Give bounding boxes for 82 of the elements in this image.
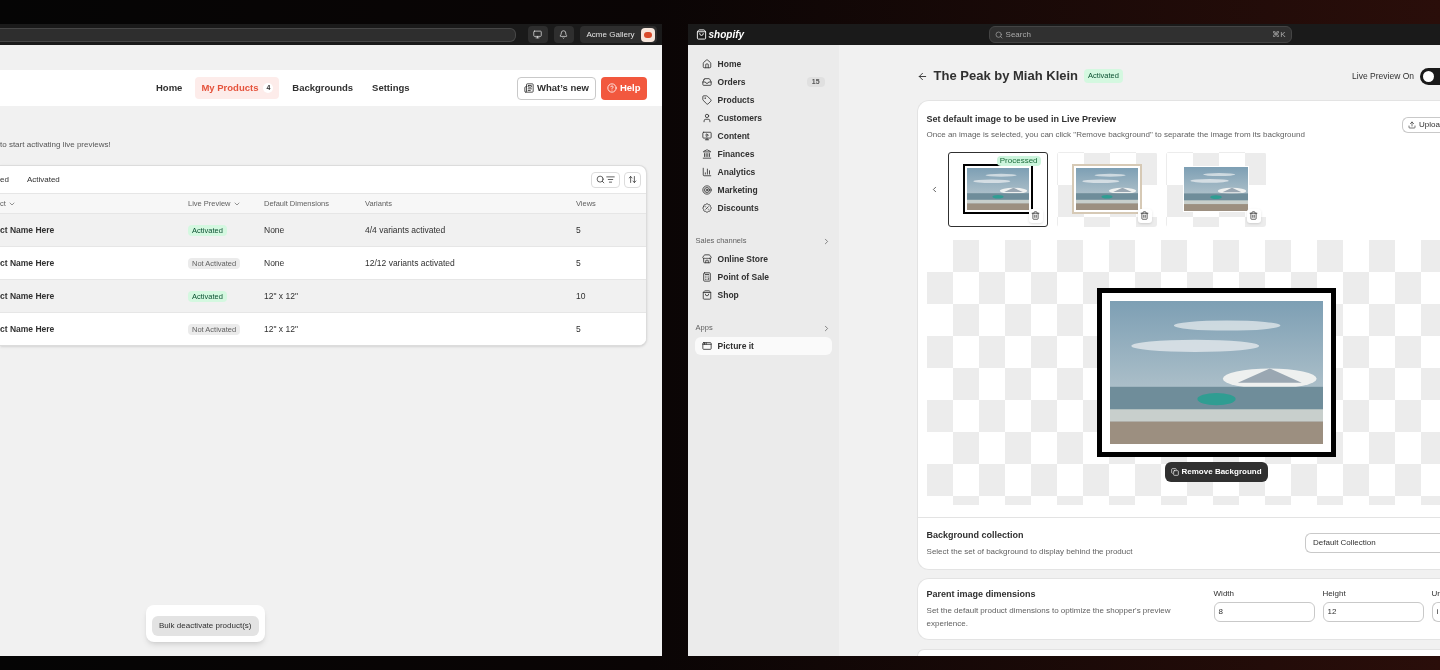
input-field[interactable]: 12	[1322, 602, 1424, 622]
table-cell: 5	[576, 322, 581, 336]
bag-icon	[695, 29, 707, 40]
table-cell: None	[264, 223, 285, 237]
sidebar-item[interactable]: Analytics	[694, 163, 832, 181]
input-field[interactable]: 8	[1213, 602, 1315, 622]
search-field[interactable]	[0, 27, 516, 42]
image-thumbnail[interactable]: Processed	[947, 151, 1048, 227]
product-name: ct Name Here	[0, 289, 55, 303]
field-label: Height	[1322, 588, 1346, 600]
sidebar-item[interactable]: Content	[694, 127, 832, 145]
shopify-logo[interactable]: shopify	[695, 27, 756, 42]
sidebar-item[interactable]: Products	[694, 91, 832, 109]
table-cell: 5	[576, 256, 581, 270]
sidebar-item[interactable]: Shop	[694, 286, 832, 304]
back-arrow-icon	[916, 70, 928, 82]
trash-icon	[1031, 211, 1041, 220]
nav-tab[interactable]: Settings	[366, 77, 416, 99]
image-thumbnail[interactable]	[1056, 151, 1157, 227]
sidebar-item[interactable]: Discounts	[694, 199, 832, 217]
table-cell: 4/4 variants activated	[365, 223, 446, 237]
section-description: Select the set of background to display behind the product	[926, 546, 1134, 558]
table-cell: None	[264, 256, 285, 270]
newspaper-icon	[524, 83, 535, 93]
trash-icon	[1249, 211, 1259, 220]
filter-icon	[605, 175, 615, 184]
bulk-deactivate-button[interactable]: Bulk deactivate product(s)	[152, 616, 259, 636]
page-title: The Peak by Miah Klein	[933, 67, 1079, 86]
screen-icon	[533, 30, 543, 39]
table-cell: 10	[576, 289, 586, 303]
sidebar-item[interactable]: Picture it	[694, 337, 832, 355]
sidebar-item[interactable]: Finances	[694, 145, 832, 163]
intro-text: to start activating live previews!	[0, 139, 112, 151]
delete-button[interactable]	[1246, 208, 1261, 223]
nav-tab[interactable]: Home	[150, 77, 189, 99]
section-description: Once an image is selected, you can click "Remove background" to separate the image from its background	[926, 128, 1306, 141]
delete-button[interactable]	[1028, 208, 1043, 223]
upload-icon	[1408, 121, 1417, 129]
input-field[interactable]: i	[1431, 602, 1440, 622]
search-icon	[994, 30, 1003, 39]
section-description: Set the default product dimensions to optimize the shopper's preview experience.	[926, 604, 1172, 630]
search-filter-button[interactable]	[590, 171, 620, 188]
sidebar-item[interactable]: Point of Sale	[694, 268, 832, 286]
store-avatar	[640, 27, 655, 42]
filter-tab[interactable]: ed	[0, 171, 12, 188]
bell-icon	[559, 30, 569, 39]
live-preview-toggle[interactable]	[1420, 67, 1440, 85]
table-cell: 12" x 12"	[264, 289, 298, 303]
product-name: ct Name Here	[0, 223, 55, 237]
trash-icon	[1140, 211, 1150, 220]
table-cell: 12/12 variants activated	[365, 256, 455, 270]
product-name: ct Name Here	[0, 256, 55, 270]
sidebar-item[interactable]: Home	[694, 55, 832, 73]
section-title: Parent image dimensions	[926, 588, 1037, 601]
section-title: Set default image to be used in Live Preview	[926, 113, 1118, 126]
field-label: Ur	[1431, 588, 1440, 600]
search-field[interactable]: Search ⌘K	[988, 26, 1292, 43]
notifications-button[interactable]	[553, 26, 574, 43]
field-label: Width	[1213, 588, 1234, 600]
remove-background-button[interactable]: Remove Background	[1164, 461, 1268, 482]
sidebar-item[interactable]: Customers	[694, 109, 832, 127]
help-icon	[606, 83, 617, 93]
toggle-label: Live Preview On	[1352, 69, 1414, 83]
search-icon	[595, 175, 605, 184]
sort-icon	[627, 175, 637, 184]
sidebar-item[interactable]: Marketing	[694, 181, 832, 199]
image-thumbnail[interactable]	[1165, 151, 1266, 227]
section-title: Background collection	[926, 528, 1025, 542]
sidebar-item[interactable]: Online Store	[694, 250, 832, 268]
nav-tab[interactable]: Backgrounds	[286, 77, 360, 99]
store-menu[interactable]: Acme Gallery	[579, 26, 657, 43]
upload-button[interactable]: Uploa	[1402, 117, 1440, 133]
collection-select[interactable]: Default Collection	[1305, 533, 1440, 554]
sort-button[interactable]	[623, 171, 641, 188]
product-name: ct Name Here	[0, 322, 55, 336]
layers-icon	[1170, 467, 1179, 476]
filter-tab[interactable]: Activated	[23, 171, 63, 188]
processed-badge: Processed	[996, 155, 1041, 166]
table-cell: 12" x 12"	[264, 322, 298, 336]
delete-button[interactable]	[1137, 208, 1152, 223]
table-cell: 5	[576, 223, 581, 237]
whats-new-button[interactable]: What’s new	[517, 76, 596, 100]
